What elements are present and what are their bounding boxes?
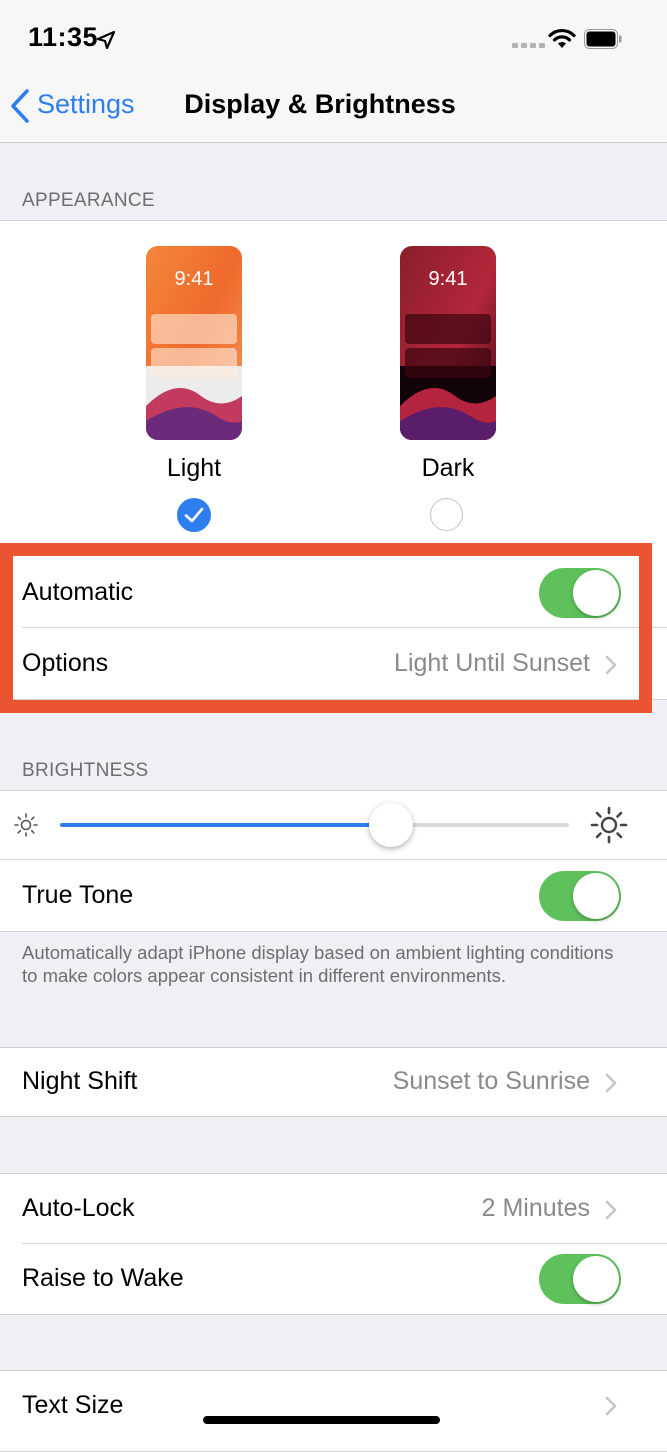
dark-preview-time: 9:41 [428, 268, 468, 290]
light-radio-selected[interactable] [177, 498, 211, 532]
checkmark-icon [184, 507, 204, 523]
brightness-slider-thumb[interactable] [368, 803, 413, 847]
night-shift-value[interactable]: Sunset to Sunrise [330, 1067, 590, 1096]
sun-large-icon [590, 806, 628, 844]
dark-appearance-preview[interactable]: 9:41 [400, 246, 496, 440]
appearance-section-header: APPEARANCE [22, 190, 155, 211]
location-arrow-icon [96, 30, 116, 50]
light-preview-notification [151, 314, 237, 344]
battery-icon [584, 29, 622, 49]
night-shift-label[interactable]: Night Shift [22, 1067, 137, 1096]
status-time: 11:35 [28, 22, 99, 52]
home-indicator[interactable] [203, 1416, 440, 1424]
true-tone-toggle[interactable] [539, 871, 621, 921]
dark-option-label[interactable]: Dark [388, 454, 508, 483]
auto-lock-label[interactable]: Auto-Lock [22, 1194, 135, 1223]
divider [0, 859, 667, 860]
light-option-label[interactable]: Light [134, 454, 254, 483]
raise-to-wake-toggle[interactable] [539, 1254, 621, 1304]
chevron-right-icon[interactable] [605, 1200, 617, 1220]
wifi-icon [548, 28, 576, 48]
true-tone-label: True Tone [22, 881, 134, 909]
toggle-knob [573, 1256, 619, 1302]
light-preview-notification [151, 348, 237, 378]
light-preview-time: 9:41 [174, 268, 214, 290]
chevron-right-icon[interactable] [605, 1073, 617, 1093]
raise-to-wake-label: Raise to Wake [22, 1264, 184, 1292]
auto-lock-value[interactable]: 2 Minutes [330, 1194, 590, 1223]
text-size-label[interactable]: Text Size [22, 1391, 123, 1420]
page-title: Display & Brightness [184, 89, 456, 119]
dark-preview-notification [405, 348, 491, 378]
brightness-slider-fill [60, 823, 391, 827]
navigation-bar [0, 0, 667, 143]
toggle-knob [573, 873, 619, 919]
dark-preview-notification [405, 314, 491, 344]
annotation-highlight-box [0, 543, 652, 713]
dark-radio-unselected[interactable] [430, 498, 463, 531]
light-appearance-preview[interactable]: 9:41 [146, 246, 242, 440]
divider [22, 1243, 667, 1244]
sun-small-icon [14, 813, 38, 837]
brightness-section-header: BRIGHTNESS [22, 760, 149, 781]
chevron-right-icon[interactable] [605, 1396, 617, 1416]
true-tone-footnote: Automatically adapt iPhone display based… [22, 942, 614, 986]
